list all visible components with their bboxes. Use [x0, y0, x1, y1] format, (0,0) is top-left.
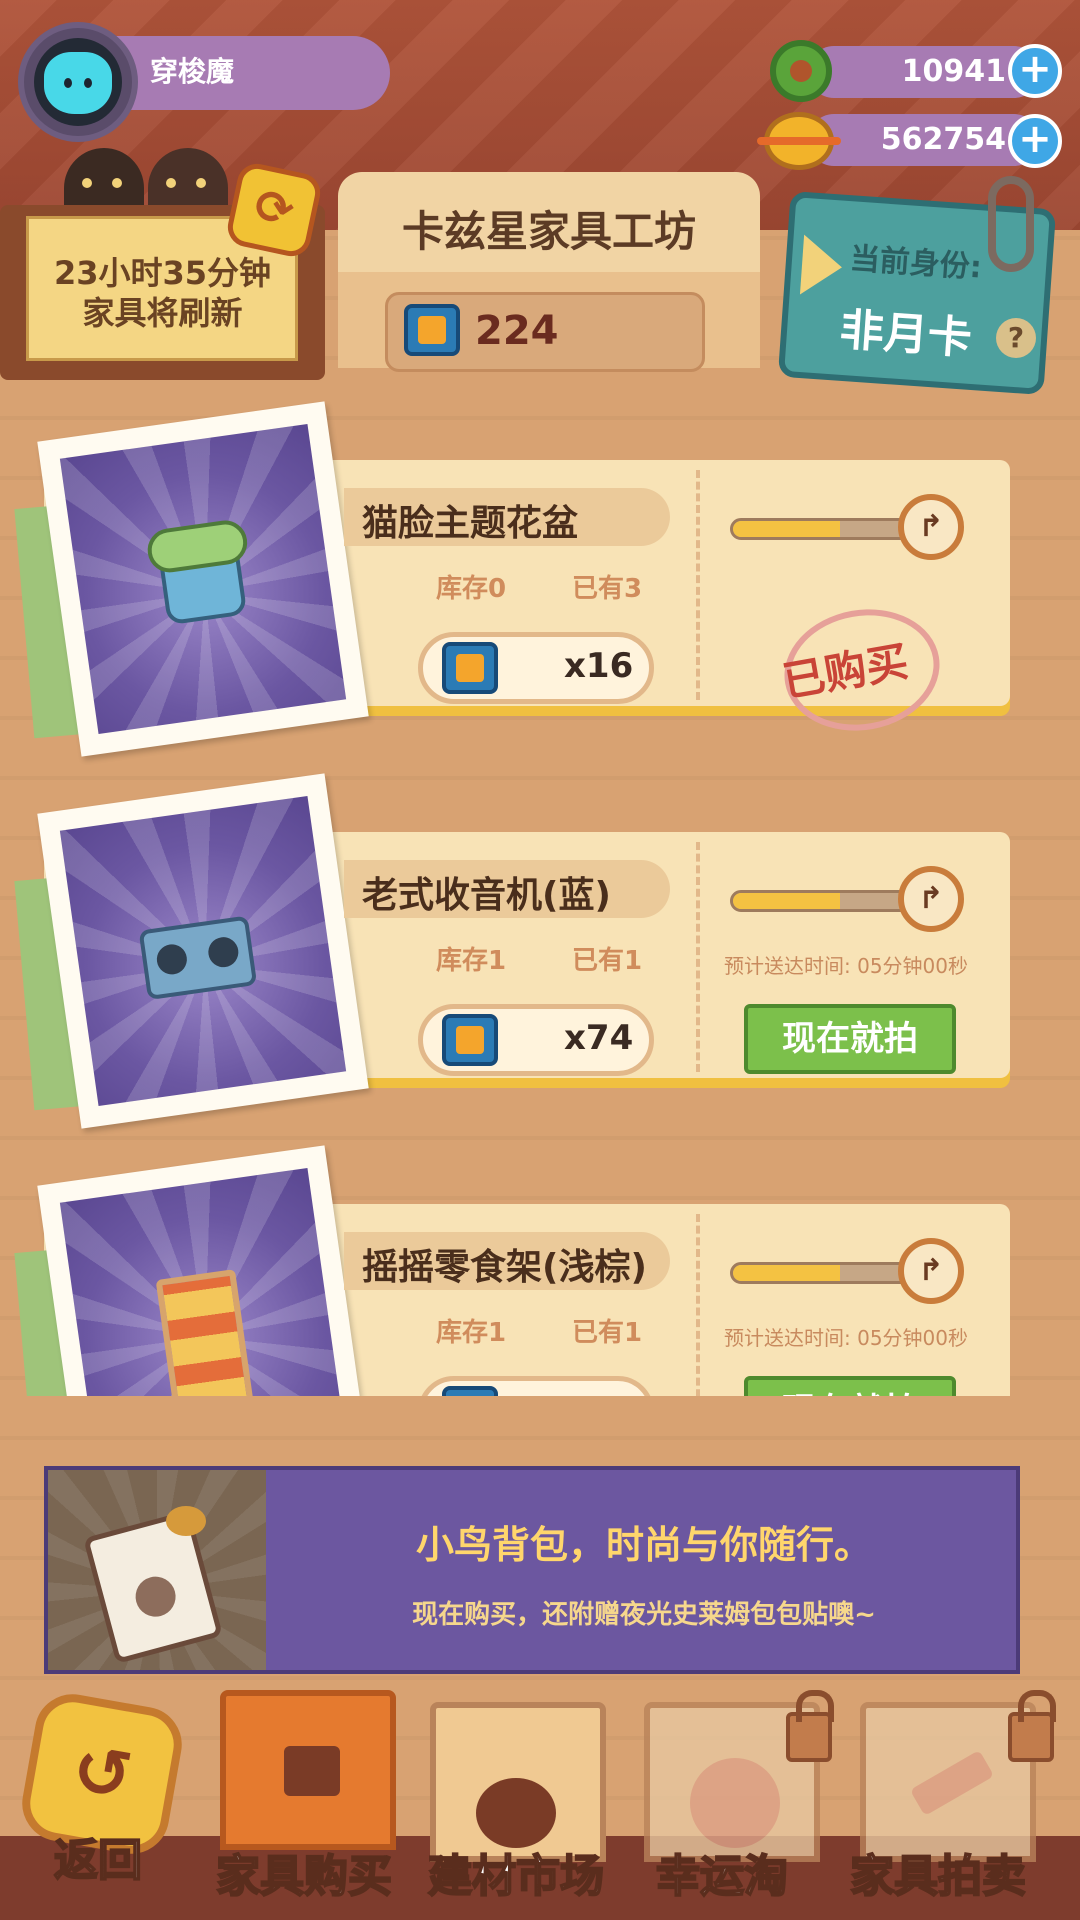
item-owned: 已有1: [572, 1318, 643, 1348]
clock-icon: ↱: [898, 494, 964, 560]
item-progress-fill: [733, 893, 840, 909]
item-stock: 库存1: [436, 1318, 507, 1348]
furniture-list[interactable]: 猫脸主题花盆 库存0 已有3 x16 ↱ 已购买 老式收音机(蓝) 库存1 已有…: [0, 400, 1080, 1396]
player-name: 穿梭魔: [150, 55, 235, 88]
currency-value-donut: 10941: [901, 54, 1006, 89]
flag-icon: [799, 234, 845, 298]
item-stock: 库存0: [436, 574, 507, 604]
add-currency-button[interactable]: +: [1008, 44, 1062, 98]
ticket-divider: [696, 1214, 700, 1396]
bird-icon: [166, 1506, 206, 1536]
gavel-icon: [909, 1750, 995, 1816]
item-progress-fill: [733, 521, 840, 537]
refresh-icon[interactable]: ⟳: [224, 160, 324, 260]
item-owned: 已有3: [572, 574, 643, 604]
tab-label-furniture-purchase: 家具购买: [215, 1850, 393, 1903]
currency-value-planet: 562754: [880, 122, 1006, 157]
clock-icon: ↱: [898, 1238, 964, 1304]
item-name: 摇摇零食架(浅棕): [362, 1247, 647, 1288]
identity-label: 当前身份:: [848, 241, 983, 286]
furniture-item-card: 老式收音机(蓝) 库存1 已有1 x74 ↱ 预计送达时间: 05分钟00秒 现…: [14, 773, 1010, 1129]
eye-icon: [64, 78, 72, 88]
delivery-time: 预计送达时间: 05分钟00秒: [724, 1326, 968, 1350]
item-price: x74: [564, 1018, 634, 1058]
workshop-title: 卡兹星家具工坊: [401, 207, 696, 256]
tab-label-furniture-auction: 家具拍卖: [849, 1850, 1027, 1903]
ad-subtitle: 现在购买，还附赠夜光史莱姆包包贴噢~: [412, 1600, 876, 1630]
item-stock: 库存1: [436, 946, 507, 976]
cat-face-icon: [44, 52, 112, 114]
add-currency-button[interactable]: +: [1008, 114, 1062, 168]
ticket-balance: 224: [475, 308, 559, 354]
item-name: 猫脸主题花盆: [362, 503, 579, 544]
paint-bucket-icon: [476, 1778, 556, 1848]
bird-bag-image: [48, 1470, 266, 1670]
bid-now-button[interactable]: 现在就拍: [744, 1376, 956, 1396]
furniture-ticket-icon: [442, 642, 498, 694]
tab-building-materials[interactable]: [430, 1702, 606, 1862]
delivery-time: 预计送达时间: 05分钟00秒: [724, 954, 968, 978]
item-progress-fill: [733, 1265, 840, 1281]
lock-icon: [786, 1690, 834, 1762]
lock-icon: [1008, 1690, 1056, 1762]
furniture-ticket-icon: [442, 1386, 498, 1396]
tab-label-building-materials: 建材市场: [427, 1850, 605, 1903]
tab-furniture-purchase[interactable]: [220, 1690, 396, 1850]
furniture-item-card: 摇摇零食架(浅棕) 库存1 已有1 x10 ↱ 预计送达时间: 05分钟00秒 …: [14, 1145, 1010, 1396]
bid-now-button[interactable]: 现在就拍: [744, 1004, 956, 1074]
furniture-ticket-icon: [404, 304, 460, 356]
ticket-divider: [696, 842, 700, 1072]
tab-label-lucky-draw: 幸运淘: [655, 1850, 789, 1903]
help-icon[interactable]: ?: [996, 318, 1036, 358]
item-name: 老式收音机(蓝): [362, 875, 611, 916]
tote-bag-icon: [83, 1509, 223, 1665]
refresh-description: 家具将刷新: [82, 294, 243, 332]
gift-box-icon: [284, 1746, 340, 1796]
furniture-ticket-icon: [442, 1014, 498, 1066]
ad-title: 小鸟背包，时尚与你随行。: [415, 1523, 872, 1567]
paper-clip-icon: [988, 176, 1034, 272]
clock-icon: ↱: [898, 866, 964, 932]
item-owned: 已有1: [572, 946, 643, 976]
item-photo-frame: [37, 1145, 369, 1396]
item-photo-frame: [37, 401, 369, 757]
item-price: x10: [564, 1390, 633, 1396]
star-medal-icon: [690, 1758, 780, 1848]
identity-value: 非月卡: [838, 304, 974, 365]
ticket-divider: [696, 470, 700, 700]
back-label: 返回: [53, 1834, 143, 1887]
eye-icon: [84, 78, 92, 88]
item-price: x16: [564, 646, 634, 686]
item-photo-frame: [37, 773, 369, 1129]
furniture-item-card: 猫脸主题花盆 库存0 已有3 x16 ↱ 已购买: [14, 401, 1010, 757]
